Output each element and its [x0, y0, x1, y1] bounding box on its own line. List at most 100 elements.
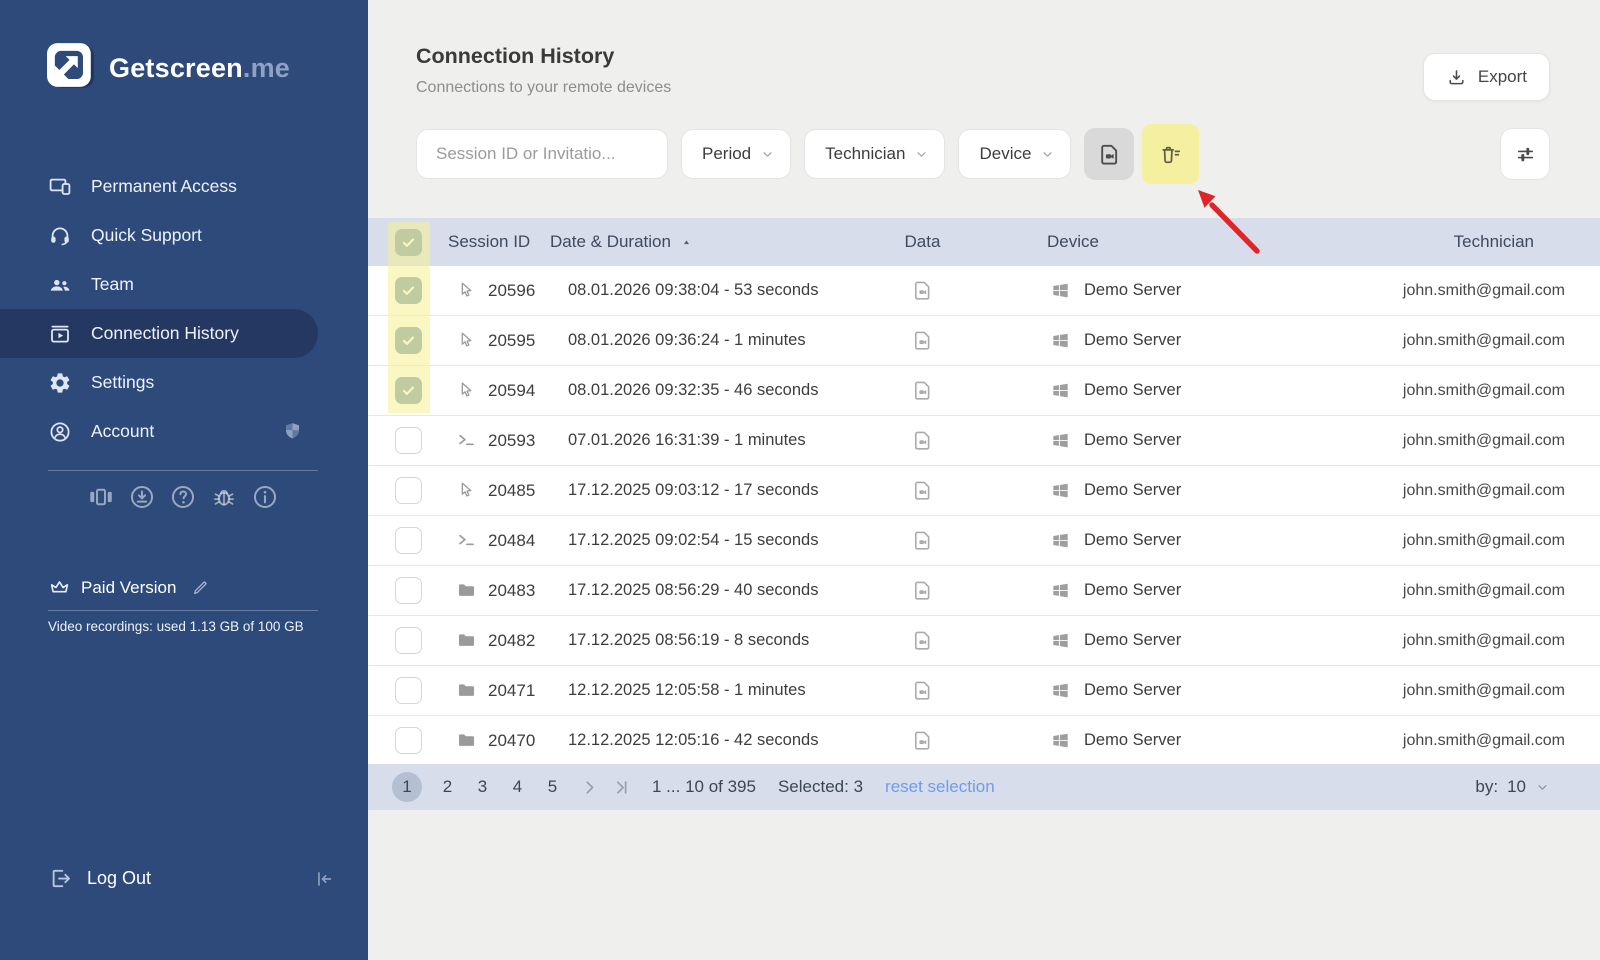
filter-bar: Period Technician Device [416, 128, 1550, 180]
sidebar-item-team[interactable]: Team [0, 260, 368, 309]
plan-row[interactable]: Paid Version [48, 576, 210, 599]
recording-file-icon[interactable] [911, 379, 934, 402]
tune-icon [1514, 143, 1537, 166]
row-checkbox[interactable] [395, 677, 422, 704]
last-page-button[interactable] [608, 774, 634, 800]
brand-logo[interactable]: Getscreen.me [46, 42, 290, 95]
clear-history-button[interactable] [1146, 128, 1196, 180]
windows-icon [1050, 530, 1071, 551]
getscreen-app: Getscreen.me Permanent AccessQuick Suppo… [0, 0, 1600, 960]
recording-file-icon[interactable] [911, 729, 934, 752]
sidebar-item-quick-support[interactable]: Quick Support [0, 211, 368, 260]
page-button-5[interactable]: 5 [541, 772, 564, 802]
folder-session-icon [456, 730, 477, 751]
session-date-duration: 17.12.2025 09:03:12 - 17 seconds [548, 481, 880, 500]
recording-file-icon[interactable] [911, 529, 934, 552]
chevron-down-icon [1040, 147, 1055, 162]
technician-email: john.smith@gmail.com [1270, 582, 1600, 600]
page-button-3[interactable]: 3 [471, 772, 494, 802]
table-row[interactable]: 20483 17.12.2025 08:56:29 - 40 seconds D… [368, 566, 1600, 616]
page-button-2[interactable]: 2 [436, 772, 459, 802]
device-name: Demo Server [1084, 381, 1181, 400]
row-checkbox[interactable] [395, 727, 422, 754]
sidebar-utility-icons [48, 483, 318, 511]
download-icon [1446, 67, 1467, 88]
cursor-session-icon [456, 280, 477, 301]
sidebar-item-settings[interactable]: Settings [0, 358, 368, 407]
headset-icon [48, 224, 72, 248]
recording-file-icon[interactable] [911, 679, 934, 702]
row-checkbox[interactable] [395, 627, 422, 654]
table-row[interactable]: 20593 07.01.2026 16:31:39 - 1 minutes De… [368, 416, 1600, 466]
per-page-selector[interactable]: by: 10 [1475, 777, 1600, 797]
device-name: Demo Server [1084, 331, 1181, 350]
recording-file-icon[interactable] [911, 429, 934, 452]
bug-icon[interactable] [210, 483, 238, 511]
chevron-down-icon [1535, 780, 1550, 795]
help-icon[interactable] [169, 483, 197, 511]
person-icon [48, 420, 72, 444]
row-checkbox[interactable] [395, 477, 422, 504]
table-row[interactable]: 20484 17.12.2025 09:02:54 - 15 seconds D… [368, 516, 1600, 566]
recording-file-icon[interactable] [911, 479, 934, 502]
session-date-duration: 08.01.2026 09:38:04 - 53 seconds [548, 281, 880, 300]
select-all-checkbox[interactable] [395, 229, 422, 256]
logout-button[interactable]: Log Out [48, 866, 334, 891]
collapse-sidebar-icon[interactable] [312, 868, 334, 890]
table-row[interactable]: 20595 08.01.2026 09:36:24 - 1 minutes De… [368, 316, 1600, 366]
device-name: Demo Server [1084, 281, 1181, 300]
recording-file-icon[interactable] [911, 629, 934, 652]
session-id: 20484 [488, 531, 535, 551]
windows-icon [1050, 430, 1071, 451]
page-title: Connection History [416, 44, 614, 69]
carousel-icon[interactable] [87, 483, 115, 511]
search-input[interactable] [416, 129, 668, 179]
recording-file-icon[interactable] [911, 329, 934, 352]
table-row[interactable]: 20470 12.12.2025 12:05:16 - 42 seconds D… [368, 716, 1600, 766]
recording-file-icon[interactable] [911, 579, 934, 602]
edit-plan-icon[interactable] [191, 578, 210, 597]
next-page-button[interactable] [576, 774, 602, 800]
session-date-duration: 17.12.2025 08:56:29 - 40 seconds [548, 581, 880, 600]
column-header-session-id: Session ID [433, 232, 548, 252]
session-id: 20594 [488, 381, 535, 401]
trash-list-icon [1158, 142, 1183, 167]
device-name: Demo Server [1084, 731, 1181, 750]
row-checkbox[interactable] [395, 427, 422, 454]
table-row[interactable]: 20594 08.01.2026 09:32:35 - 46 seconds D… [368, 366, 1600, 416]
page-button-1[interactable]: 1 [392, 772, 422, 802]
folder-session-icon [456, 580, 477, 601]
sidebar-item-account[interactable]: Account [0, 407, 368, 456]
device-name: Demo Server [1084, 681, 1181, 700]
row-checkbox[interactable] [395, 577, 422, 604]
session-date-duration: 17.12.2025 08:56:19 - 8 seconds [548, 631, 880, 650]
info-icon[interactable] [251, 483, 279, 511]
device-filter-dropdown[interactable]: Device [958, 129, 1071, 179]
export-button[interactable]: Export [1423, 53, 1550, 101]
sidebar-item-permanent-access[interactable]: Permanent Access [0, 162, 368, 211]
table-row[interactable]: 20485 17.12.2025 09:03:12 - 17 seconds D… [368, 466, 1600, 516]
windows-icon [1050, 730, 1071, 751]
download-icon[interactable] [128, 483, 156, 511]
sidebar-item-connection-history[interactable]: Connection History [0, 309, 318, 358]
file-video-icon [1097, 142, 1122, 167]
row-checkbox[interactable] [395, 377, 422, 404]
row-checkbox[interactable] [395, 277, 422, 304]
row-checkbox[interactable] [395, 327, 422, 354]
reset-selection-link[interactable]: reset selection [885, 777, 995, 797]
page-button-4[interactable]: 4 [506, 772, 529, 802]
period-filter-dropdown[interactable]: Period [681, 129, 791, 179]
column-header-date-duration[interactable]: Date & Duration [548, 232, 880, 252]
shield-icon [281, 420, 304, 443]
table-settings-button[interactable] [1500, 128, 1550, 180]
row-checkbox[interactable] [395, 527, 422, 554]
recording-file-icon[interactable] [911, 279, 934, 302]
logout-label: Log Out [87, 868, 151, 889]
recordings-filter-button[interactable] [1084, 128, 1134, 180]
table-row[interactable]: 20596 08.01.2026 09:38:04 - 53 seconds D… [368, 266, 1600, 316]
session-id: 20482 [488, 631, 535, 651]
technician-filter-dropdown[interactable]: Technician [804, 129, 945, 179]
table-row[interactable]: 20482 17.12.2025 08:56:19 - 8 seconds De… [368, 616, 1600, 666]
technician-email: john.smith@gmail.com [1270, 532, 1600, 550]
table-row[interactable]: 20471 12.12.2025 12:05:58 - 1 minutes De… [368, 666, 1600, 716]
